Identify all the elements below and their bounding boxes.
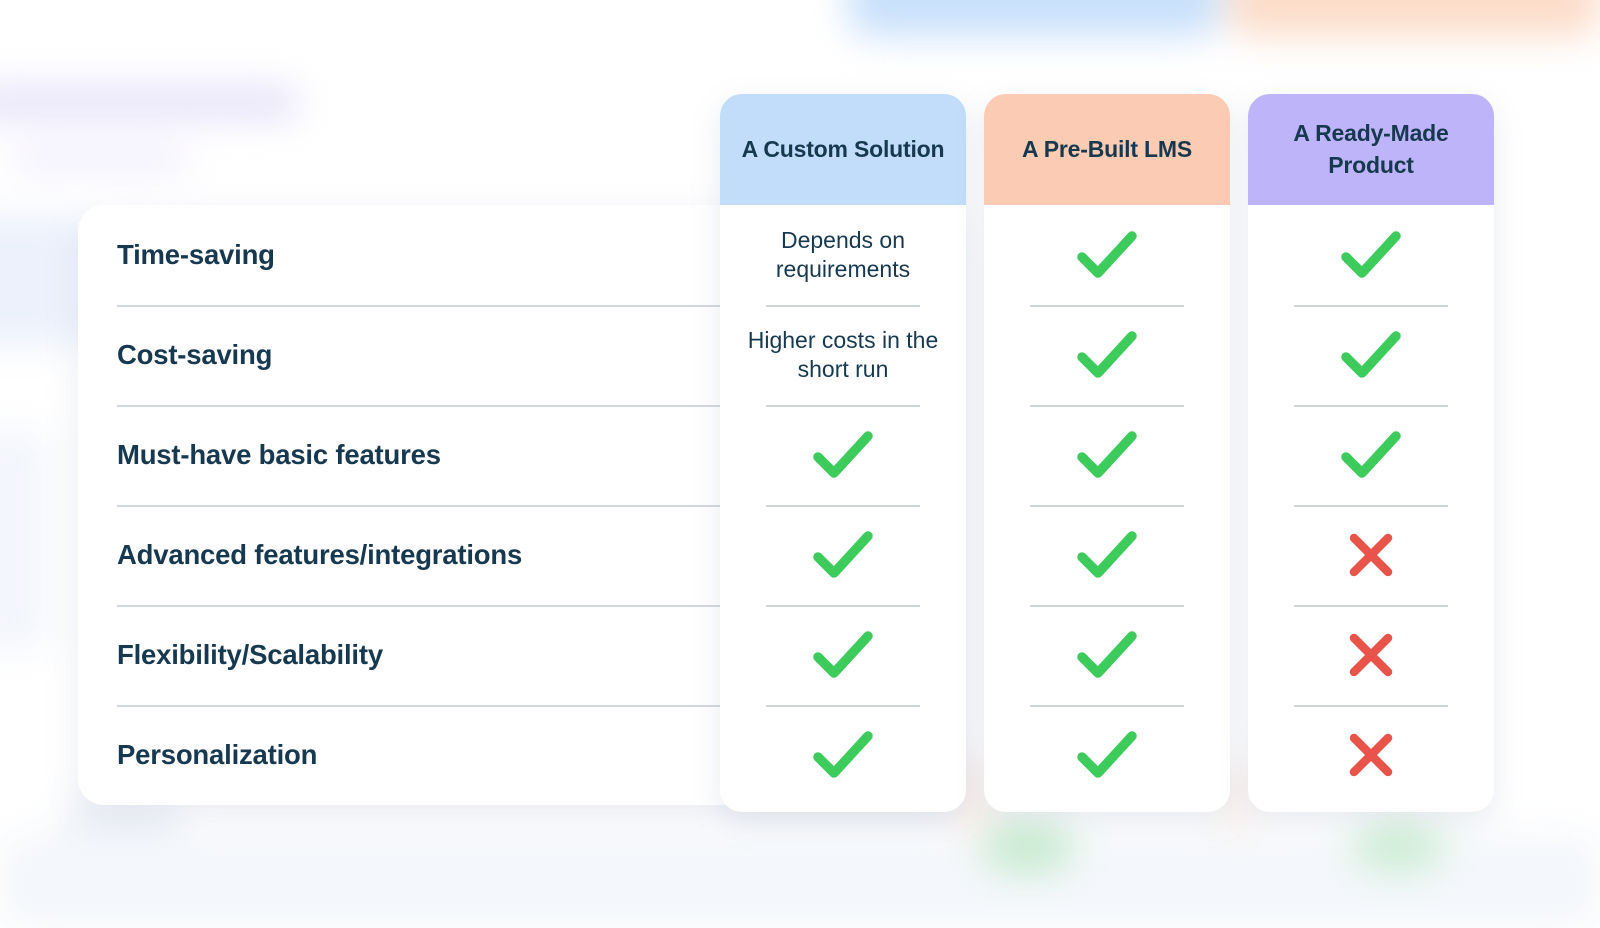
comparison-cell-unsupported bbox=[1248, 605, 1494, 705]
check-icon bbox=[812, 529, 874, 581]
check-icon bbox=[1076, 229, 1138, 281]
cross-icon bbox=[1347, 531, 1395, 579]
background-blob-purple-left-2 bbox=[10, 150, 190, 172]
column-card-ready-made-product: A Ready-Made Product bbox=[1248, 94, 1494, 812]
column-card-custom-solution: A Custom Solution Depends on requirement… bbox=[720, 94, 966, 812]
comparison-cell-supported bbox=[984, 705, 1230, 805]
background-blob-grey-bottom bbox=[60, 800, 180, 840]
comparison-cell-value: Higher costs in the short run bbox=[747, 327, 939, 382]
comparison-cell-supported bbox=[984, 505, 1230, 605]
check-icon bbox=[1076, 529, 1138, 581]
comparison-cell-supported bbox=[720, 605, 966, 705]
comparison-cell-supported bbox=[720, 405, 966, 505]
check-icon bbox=[812, 429, 874, 481]
check-icon bbox=[1076, 429, 1138, 481]
check-icon bbox=[1076, 729, 1138, 781]
check-icon bbox=[1340, 229, 1402, 281]
comparison-cell-supported bbox=[720, 505, 966, 605]
check-icon bbox=[1076, 329, 1138, 381]
background-blob-blue-top bbox=[848, 0, 1220, 36]
check-icon bbox=[1340, 429, 1402, 481]
comparison-cell-supported bbox=[1248, 405, 1494, 505]
check-icon bbox=[812, 729, 874, 781]
column-header-pre-built-lms: A Pre-Built LMS bbox=[984, 94, 1230, 205]
comparison-cell-supported bbox=[720, 705, 966, 805]
background-blob-green-1 bbox=[980, 820, 1076, 874]
comparison-cell-supported bbox=[984, 405, 1230, 505]
comparison-cell-text: Higher costs in the short run bbox=[720, 305, 966, 405]
comparison-cell-supported bbox=[984, 305, 1230, 405]
background-blob-blue-left bbox=[0, 215, 90, 345]
background-blob-blue-left-2 bbox=[0, 430, 50, 650]
comparison-cell-value: Depends on requirements bbox=[775, 227, 911, 282]
comparison-table-page: Time-saving Cost-saving Must-have basic fe… bbox=[0, 0, 1600, 928]
comparison-cell-unsupported bbox=[1248, 705, 1494, 805]
check-icon bbox=[1340, 329, 1402, 381]
background-blob-green-2 bbox=[1350, 822, 1446, 872]
background-blob-pink-gap-2 bbox=[1228, 760, 1248, 850]
cross-icon bbox=[1347, 631, 1395, 679]
comparison-cell-text: Depends on requirements bbox=[720, 205, 966, 305]
check-icon bbox=[1076, 629, 1138, 681]
background-blob-purple-left bbox=[0, 86, 300, 120]
column-card-pre-built-lms: A Pre-Built LMS bbox=[984, 94, 1230, 812]
comparison-cell-supported bbox=[984, 605, 1230, 705]
background-blob-peach-top bbox=[1228, 0, 1600, 36]
column-body-pre-built-lms bbox=[984, 205, 1230, 812]
column-header-custom-solution: A Custom Solution bbox=[720, 94, 966, 205]
comparison-cell-supported bbox=[984, 205, 1230, 305]
comparison-cell-unsupported bbox=[1248, 505, 1494, 605]
column-body-ready-made-product bbox=[1248, 205, 1494, 812]
cross-icon bbox=[1347, 731, 1395, 779]
column-body-custom-solution: Depends on requirements Higher costs in t… bbox=[720, 205, 966, 812]
background-band-bottom bbox=[0, 834, 1600, 928]
check-icon bbox=[812, 629, 874, 681]
column-header-ready-made-product: A Ready-Made Product bbox=[1248, 94, 1494, 205]
comparison-cell-supported bbox=[1248, 305, 1494, 405]
comparison-cell-supported bbox=[1248, 205, 1494, 305]
